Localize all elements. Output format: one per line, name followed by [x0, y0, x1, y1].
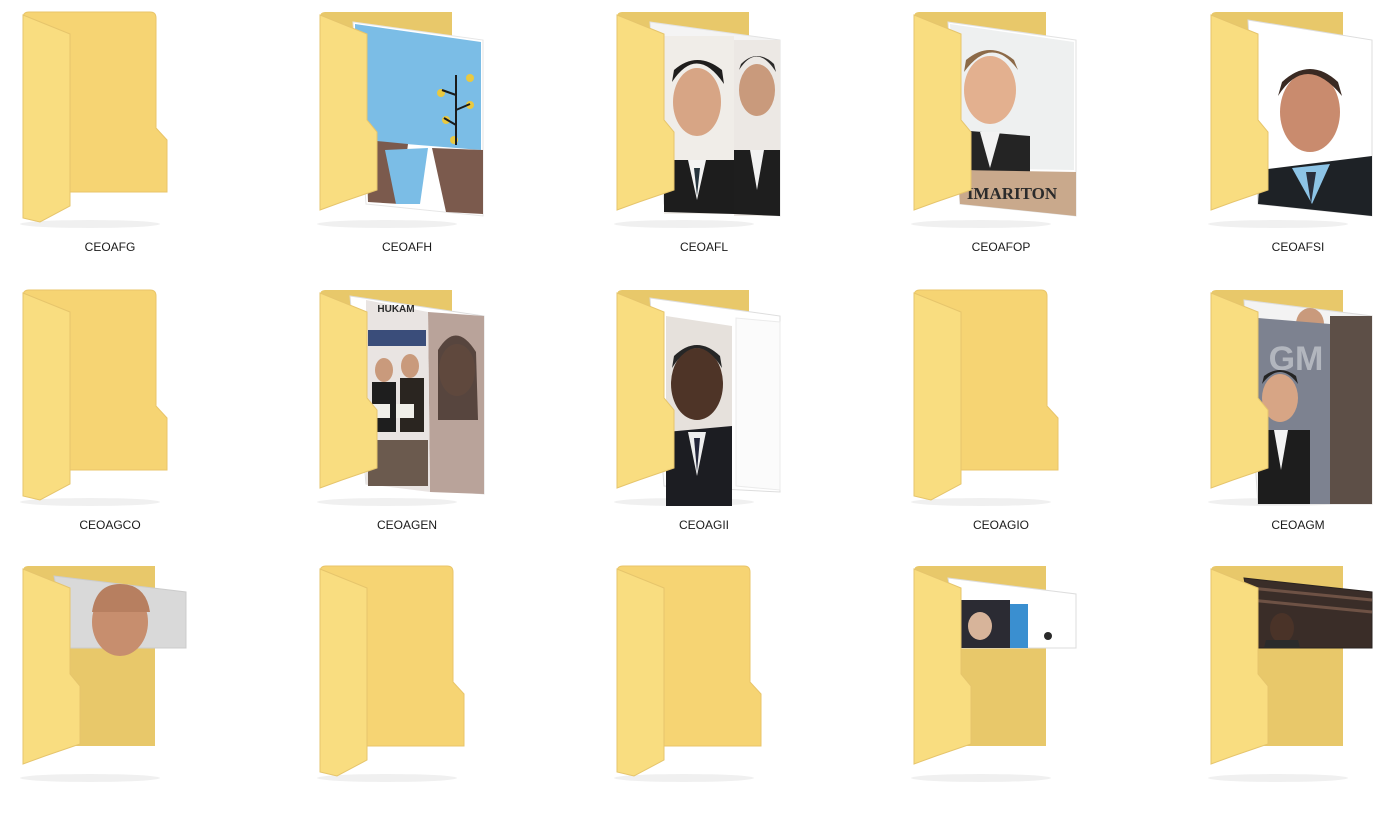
folder-name: CEOAGCO: [79, 518, 141, 532]
folder-icon: [1188, 10, 1396, 242]
folder-item[interactable]: CEOAFH: [297, 10, 517, 272]
folder-preview-thumbnail: GM: [1243, 299, 1373, 505]
folder-icon: HUKAM: [297, 288, 517, 520]
folder-item[interactable]: CEOAFSI: [1188, 10, 1396, 272]
folder-item[interactable]: [891, 564, 1111, 826]
folder-icon: IMARITON: [891, 10, 1111, 242]
folder-item[interactable]: [1188, 564, 1396, 826]
folder-icon: [891, 564, 1111, 796]
folder-icon: GM: [1188, 288, 1396, 520]
folder-item[interactable]: GM CEOAGM: [1188, 288, 1396, 550]
folder-icon: [297, 564, 517, 796]
folder-name: CEOAGM: [1271, 518, 1325, 532]
folder-icon: [0, 288, 220, 520]
folder-icon: [297, 10, 517, 242]
folder-name: CEOAFSI: [1271, 240, 1325, 254]
folder-item[interactable]: CEOAGIO: [891, 288, 1111, 550]
folder-item[interactable]: [0, 564, 220, 826]
folder-item[interactable]: [297, 564, 517, 826]
folder-icon: [594, 564, 814, 796]
folder-item[interactable]: IMARITON CEOAFOP: [891, 10, 1111, 272]
folder-icon: [0, 10, 220, 242]
folder-preview-thumbnail: [649, 297, 781, 506]
folder-item[interactable]: CEOAFL: [594, 10, 814, 272]
folder-icon: [594, 10, 814, 242]
folder-item[interactable]: CEOAFG: [0, 10, 220, 272]
folder-name: CEOAFG: [84, 240, 136, 254]
folder-name: CEOAGEN: [376, 518, 437, 532]
folder-preview-thumbnail: [53, 575, 187, 656]
folder-name: CEOAGII: [678, 518, 729, 532]
folder-name: CEOAFOP: [971, 240, 1031, 254]
folder-item[interactable]: HUKAM CEOAGEN: [297, 288, 517, 550]
folder-icon: [0, 564, 220, 796]
folder-item[interactable]: CEOAGCO: [0, 288, 220, 550]
folder-icon: [1188, 564, 1396, 796]
folder-name: CEOAGIO: [972, 518, 1029, 532]
folder-preview-thumbnail: [1243, 577, 1373, 649]
folder-preview-thumbnail: [947, 577, 1077, 649]
folder-name: CEOAFL: [679, 240, 728, 254]
folder-icon: [891, 288, 1111, 520]
folder-icon: [594, 288, 814, 520]
folder-item[interactable]: [594, 564, 814, 826]
folder-item[interactable]: CEOAGII: [594, 288, 814, 550]
folder-name: CEOAFH: [381, 240, 432, 254]
banner-text: HUKAM: [377, 304, 414, 315]
banner-text: IMARITON: [967, 184, 1058, 203]
file-grid: CEOAFG CEOAFH CEOAFL IMARITON CEOAFOP CE…: [0, 0, 1396, 782]
